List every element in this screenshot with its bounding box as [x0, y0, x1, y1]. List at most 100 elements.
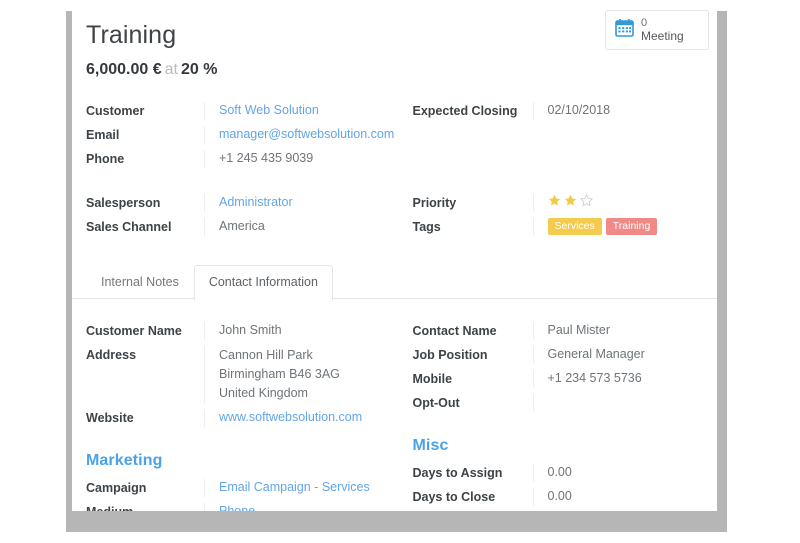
field-row: Salesperson Administrator — [86, 191, 395, 215]
star-filled-icon[interactable] — [548, 194, 561, 207]
field-label: Priority — [412, 195, 457, 210]
contact-left-group: Customer Name John Smith Address Cannon … — [86, 319, 395, 430]
contact-information-panel: Customer Name John Smith Address Cannon … — [72, 299, 717, 512]
overview-right-column: Expected Closing 02/10/2018 Priority Tag… — [395, 79, 704, 239]
field-label: Customer — [86, 103, 145, 118]
field-label: Medium — [86, 503, 204, 512]
tab-contact-information[interactable]: Contact Information — [193, 264, 333, 300]
field-value — [532, 193, 704, 212]
field-label: Expected Closing — [412, 103, 518, 118]
field-value: manager@softwebsolution.com — [204, 125, 395, 144]
page-title: Training — [86, 21, 177, 49]
expected-closing-value: 02/10/2018 — [532, 101, 704, 120]
field-label: Website — [86, 410, 134, 425]
field-row: Referred By Mr. Kimotho — [413, 509, 704, 512]
record-header: Training 6,000.00 € at 20 % 0 Meeting — [72, 0, 717, 79]
field-label: Address — [86, 347, 137, 362]
field-value: Phone — [204, 502, 395, 512]
opportunity-card: Training 6,000.00 € at 20 % 0 Meeting Cu… — [72, 0, 717, 511]
campaign-link[interactable]: Email Campaign - Services — [219, 480, 370, 494]
closing-group: Expected Closing 02/10/2018 — [413, 99, 704, 171]
field-row: Sales Channel America — [86, 215, 395, 239]
days-to-close-value: 0.00 — [532, 487, 704, 506]
field-label: Days to Assign — [412, 465, 503, 480]
misc-section-title: Misc — [412, 436, 449, 454]
field-row: Expected Closing 02/10/2018 — [413, 99, 704, 123]
field-row: Opt-Out — [413, 391, 704, 415]
screenshot-root: Training 6,000.00 € at 20 % 0 Meeting Cu… — [0, 0, 800, 543]
field-label: Mobile — [412, 371, 453, 386]
phone-value: +1 245 435 9039 — [204, 149, 395, 168]
website-link[interactable]: www.softwebsolution.com — [219, 410, 362, 424]
contact-right-column: Contact Name Paul Mister Job Position Ge… — [395, 299, 704, 512]
field-row: Email manager@softwebsolution.com — [86, 123, 395, 147]
email-link[interactable]: manager@softwebsolution.com — [219, 127, 394, 141]
medium-link[interactable]: Phone — [219, 504, 255, 512]
overview-left-column: Customer Soft Web Solution Email manager… — [86, 79, 395, 239]
misc-group: Days to Assign 0.00 Days to Close 0.00 R… — [413, 461, 704, 512]
at-label: at — [164, 60, 178, 78]
customer-group: Customer Soft Web Solution Email manager… — [86, 99, 395, 171]
star-filled-icon[interactable] — [564, 194, 577, 207]
field-label: Opt-Out — [412, 395, 460, 410]
salesperson-link[interactable]: Administrator — [219, 195, 293, 209]
status-badge[interactable]: Training — [605, 217, 658, 235]
meeting-button[interactable]: 0 Meeting — [605, 10, 709, 51]
priority-stars[interactable] — [548, 193, 704, 207]
field-value: Soft Web Solution — [204, 101, 395, 120]
field-row: Days to Close 0.00 — [413, 485, 704, 509]
field-label: Job Position — [412, 347, 488, 362]
field-row: Address Cannon Hill Park Birmingham B46 … — [86, 343, 395, 406]
field-row: Customer Name John Smith — [86, 319, 395, 343]
field-label: Email — [86, 127, 120, 142]
field-row: Days to Assign 0.00 — [413, 461, 704, 485]
field-row: Medium Phone — [86, 500, 395, 512]
field-value: Services Training — [532, 217, 704, 236]
salesperson-group: Salesperson Administrator Sales Channel … — [86, 191, 395, 239]
sales-channel-value: America — [204, 217, 395, 236]
field-label: Sales Channel — [86, 219, 172, 234]
field-value: Administrator — [204, 193, 395, 212]
field-row: Contact Name Paul Mister — [413, 319, 704, 343]
field-label: Salesperson — [86, 195, 161, 210]
field-row: Website www.softwebsolution.com — [86, 406, 395, 430]
contact-grid: Customer Name John Smith Address Cannon … — [86, 299, 704, 512]
star-empty-icon[interactable] — [579, 193, 593, 207]
field-label: Phone — [86, 151, 125, 166]
field-row: Job Position General Manager — [413, 343, 704, 367]
tag-list: Services Training — [547, 217, 704, 235]
field-label: Contact Name — [412, 323, 497, 338]
customer-name-value: John Smith — [204, 321, 395, 340]
contact-left-column: Customer Name John Smith Address Cannon … — [86, 299, 395, 512]
meeting-count: 0 — [641, 17, 648, 29]
opt-out-value[interactable] — [532, 393, 704, 412]
field-label: Customer Name — [86, 323, 182, 338]
field-row: Phone +1 245 435 9039 — [86, 147, 395, 171]
field-label: Tags — [412, 219, 441, 234]
expected-revenue-amount: 6,000.00 € — [86, 60, 162, 78]
contact-name-value: Paul Mister — [532, 321, 704, 340]
meeting-label: Meeting — [641, 28, 684, 43]
priority-tags-group: Priority Tags Services Training — [413, 191, 704, 239]
meeting-button-text: 0 Meeting — [641, 17, 684, 43]
status-badge[interactable]: Services — [547, 217, 602, 235]
tab-bar: Internal Notes Contact Information — [72, 264, 717, 300]
field-row: Customer Soft Web Solution — [86, 99, 395, 123]
field-row: Tags Services Training — [413, 215, 704, 239]
job-position-value: General Manager — [532, 345, 704, 364]
overview-section: Customer Soft Web Solution Email manager… — [72, 79, 717, 239]
marketing-section-title: Marketing — [86, 451, 163, 469]
customer-link[interactable]: Soft Web Solution — [219, 103, 319, 117]
days-to-assign-value: 0.00 — [532, 463, 704, 482]
tab-list: Internal Notes Contact Information — [86, 264, 717, 300]
field-value: Email Campaign - Services — [204, 478, 395, 497]
mobile-value: +1 234 573 5736 — [532, 369, 704, 388]
marketing-group: Campaign Email Campaign - Services Mediu… — [86, 476, 395, 512]
field-label: Days to Close — [412, 489, 496, 504]
tab-internal-notes[interactable]: Internal Notes — [86, 265, 194, 299]
field-label: Campaign — [86, 480, 147, 495]
probability-percent: 20 % — [180, 60, 218, 78]
calendar-icon — [615, 18, 634, 42]
address-value: Cannon Hill Park Birmingham B46 3AG Unit… — [204, 345, 395, 403]
record-subtitle: 6,000.00 € at 20 % — [86, 61, 689, 79]
